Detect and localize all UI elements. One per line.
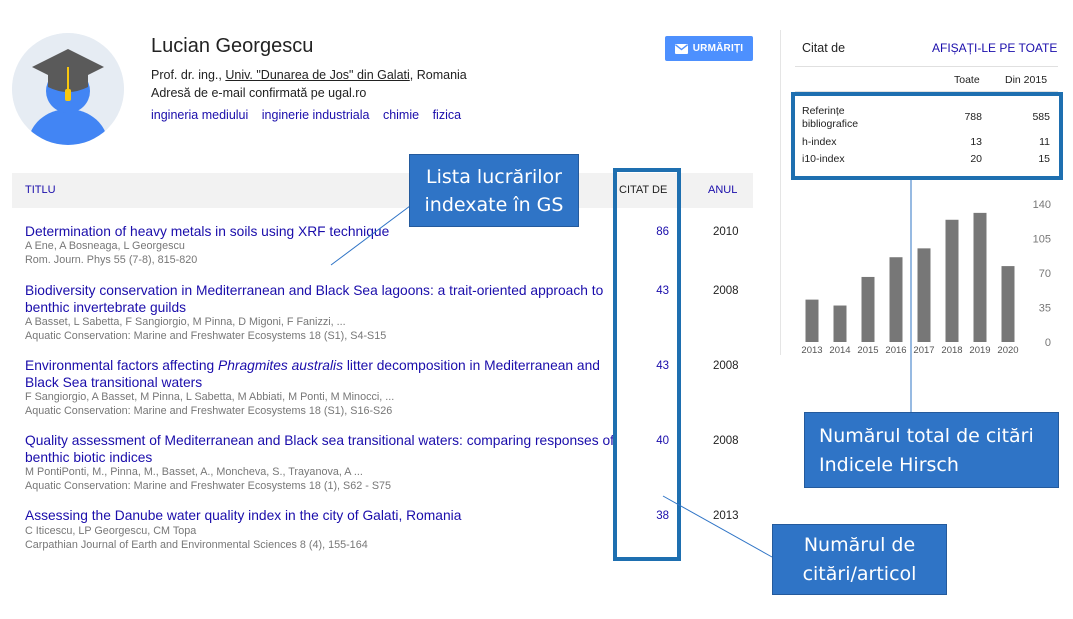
callout-text: Lista lucrărilor	[426, 166, 562, 188]
callout-total-citations: Numărul total de citări Indicele Hirsch	[804, 412, 1059, 488]
connector-line	[662, 495, 773, 558]
callout-articles-list: Lista lucrărilor indexate în GS	[409, 154, 579, 227]
callout-text: citări/articol	[802, 563, 917, 585]
callout-citations-per-article: Numărul de citări/articol	[772, 524, 947, 595]
callout-text: Indicele Hirsch	[819, 454, 959, 476]
callout-text: Numărul total de citări	[819, 425, 1034, 447]
callout-text: Numărul de	[803, 534, 916, 556]
connector-line	[330, 205, 411, 266]
callout-text: indexate în GS	[424, 194, 564, 216]
